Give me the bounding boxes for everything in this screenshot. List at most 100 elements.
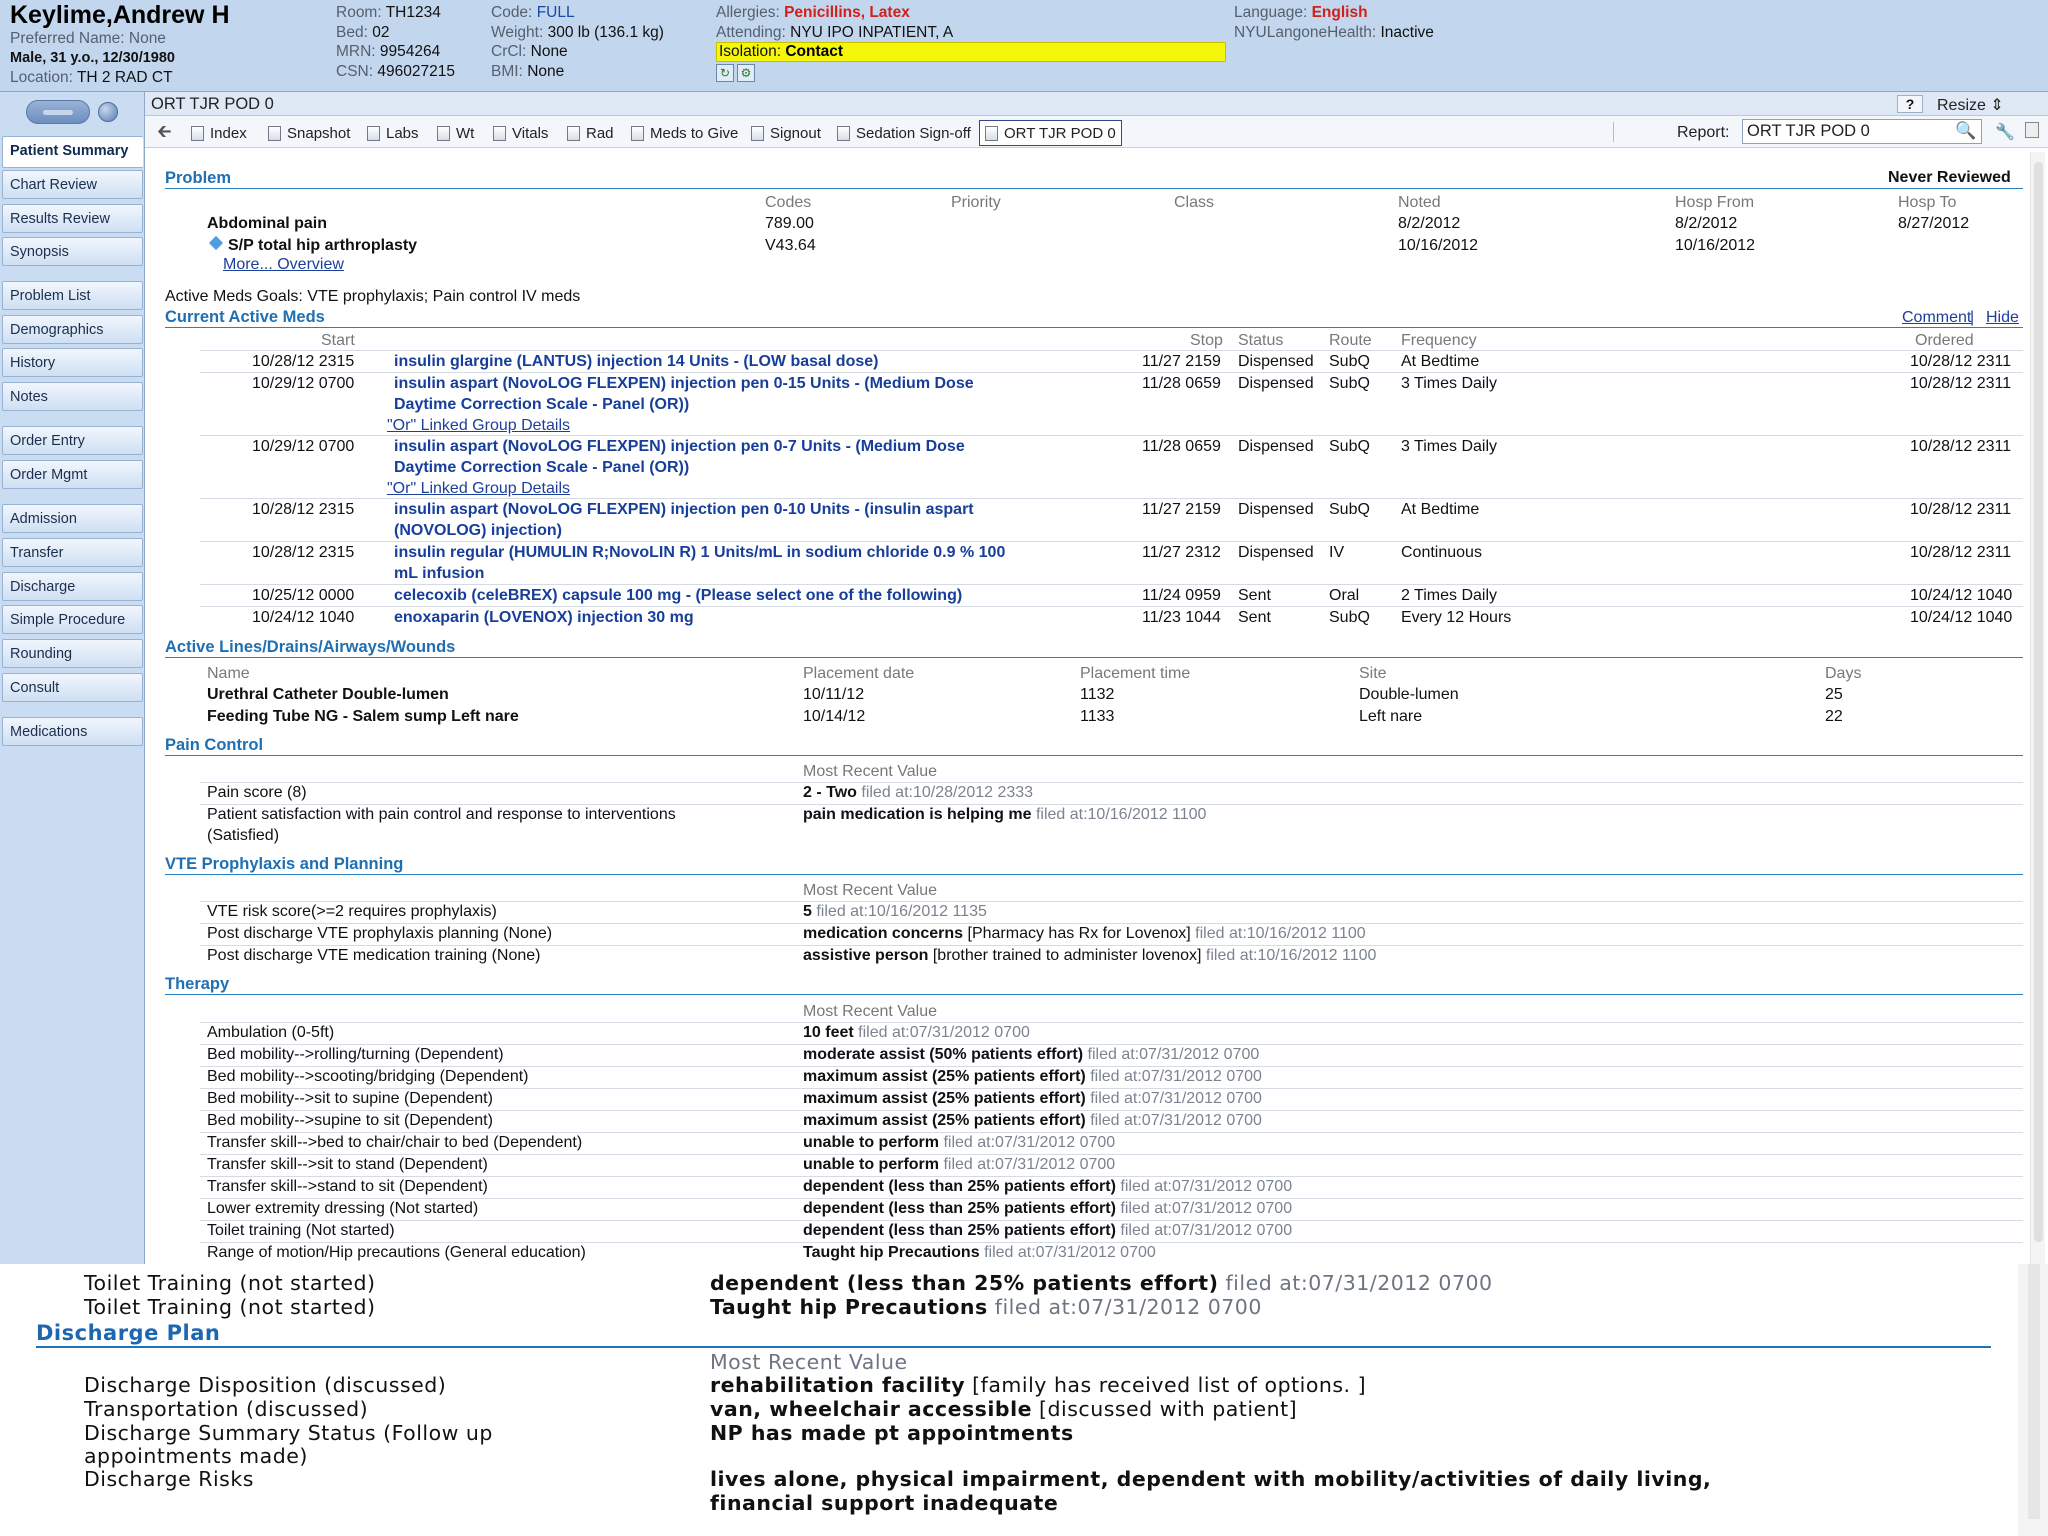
sidebar-item-results-review[interactable]: Results Review [2,204,143,233]
vertical-scrollbar[interactable] [2030,152,2045,1264]
med-ordered: 10/28/12 2311 [1910,438,2012,455]
sidebar-item-synopsis[interactable]: Synopsis [2,237,143,266]
sidebar-item-problem-list[interactable]: Problem List [2,281,143,310]
home-orb-icon[interactable] [98,102,118,122]
col-header-codes: Codes [765,194,812,211]
flowsheet-value: dependent (less than 25% patients effort… [710,1272,1493,1295]
sidebar-item-order-mgmt[interactable]: Order Mgmt [2,460,143,489]
sidebar-item-demographics[interactable]: Demographics [2,315,143,344]
sidebar-item-simple-procedure[interactable]: Simple Procedure [2,605,143,634]
discharge-plan-section-header: Discharge Plan [36,1321,1991,1348]
med-name[interactable]: insulin regular (HUMULIN R;NovoLIN R) 1 … [394,544,1005,562]
med-name-continued[interactable]: (NOVOLOG) injection) [394,522,562,540]
med-start: 10/29/12 0700 [252,375,355,392]
toolbar-divider [1613,122,1614,142]
flowsheet-label: Bed mobility-->scooting/bridging (Depend… [207,1068,529,1085]
flowsheet-label: Discharge Disposition (discussed) [84,1373,447,1397]
filed-at: filed at:07/31/2012 0700 [1090,1090,1262,1107]
mychart-status: Inactive [1380,23,1434,41]
row-divider [200,1110,2023,1111]
copy-icon[interactable] [2025,122,2039,138]
bed-value: 02 [372,23,390,41]
med-name[interactable]: insulin aspart (NovoLOG FLEXPEN) injecti… [394,501,974,519]
sidebar-item-history[interactable]: History [2,348,143,377]
tab-sedation-sign-off[interactable]: Sedation Sign-off [837,122,971,144]
lda-name[interactable]: Feeding Tube NG - Salem sump Left nare [207,708,519,726]
wrench-icon[interactable]: 🔧 [1995,122,2015,142]
patient-demographics: Male, 31 y.o., 12/30/1980 [10,49,175,66]
sidebar-item-order-entry[interactable]: Order Entry [2,426,143,455]
med-name[interactable]: insulin aspart (NovoLOG FLEXPEN) injecti… [394,438,965,456]
flowsheet-label-continued: appointments made) [84,1444,308,1468]
med-name-continued[interactable]: mL infusion [394,565,484,583]
sidebar-item-transfer[interactable]: Transfer [2,538,143,567]
review-status: Never Reviewed [1888,169,2011,186]
tab-signout[interactable]: Signout [751,122,821,144]
most-recent-value-header: Most Recent Value [710,1350,908,1374]
tab-vitals[interactable]: Vitals [493,122,548,144]
bmi-label: BMI: [491,62,523,80]
linked-group-details-link[interactable]: "Or" Linked Group Details [387,480,570,498]
sidebar-item-consult[interactable]: Consult [2,673,143,702]
section-title: VTE Prophylaxis and Planning [165,855,404,873]
med-route: SubQ [1329,438,1370,455]
isolation-banner[interactable]: Isolation: Contact [716,42,1226,62]
attending-label: Attending: [716,23,786,41]
scrollbar-thumb[interactable] [2034,162,2043,1242]
sidebar-item-medications[interactable]: Medications [2,717,143,746]
med-stop: 11/27 2159 [1142,501,1221,518]
patient-name[interactable]: Keylime,Andrew H [10,2,230,29]
help-button[interactable]: ? [1897,95,1923,113]
tab-meds-to-give[interactable]: Meds to Give [631,122,738,144]
sidebar-item-chart-review[interactable]: Chart Review [2,170,143,199]
problem-name[interactable]: S/P total hip arthroplasty [228,237,417,255]
section-title: Current Active Meds [165,308,325,326]
tab-wt[interactable]: Wt [437,122,474,144]
problem-name[interactable]: Abdominal pain [207,215,327,233]
med-name-continued[interactable]: Daytime Correction Scale - Panel (OR)) [394,459,689,477]
sidebar-item-rounding[interactable]: Rounding [2,639,143,668]
report-search-input[interactable] [1742,119,1982,144]
sidebar-item-discharge[interactable]: Discharge [2,572,143,601]
med-name[interactable]: insulin aspart (NovoLOG FLEXPEN) injecti… [394,375,974,393]
allergies-value[interactable]: Penicillins, Latex [784,4,910,21]
med-start: 10/29/12 0700 [252,438,355,455]
lda-name[interactable]: Urethral Catheter Double-lumen [207,686,449,704]
preferred-name: Preferred Name: None [10,30,166,47]
sidebar-item-notes[interactable]: Notes [2,382,143,411]
linked-group-details-link[interactable]: "Or" Linked Group Details [387,417,570,435]
more-overview-link[interactable]: More... Overview [223,256,344,274]
active-meds-goals: Active Meds Goals: VTE prophylaxis; Pain… [165,288,581,305]
med-ordered: 10/28/12 2311 [1910,544,2012,561]
tab-rad[interactable]: Rad [567,122,614,144]
zoom-scrollbar[interactable] [2018,1264,2048,1536]
hide-link[interactable]: Hide [1986,309,2019,327]
attending-value[interactable]: NYU IPO INPATIENT, A [790,24,953,41]
med-name[interactable]: celecoxib (celeBREX) capsule 100 mg - (P… [394,587,962,605]
search-icon[interactable]: 🔍 [1955,121,1976,141]
med-name[interactable]: insulin glargine (LANTUS) injection 14 U… [394,353,878,371]
code-status[interactable]: FULL [537,4,575,21]
med-frequency: At Bedtime [1401,501,1480,518]
report-icon [837,125,850,141]
report-toolbar: 🡰 Index Snapshot Labs Wt Vitals Rad Meds… [145,116,2048,148]
comment-link[interactable]: Comment [1902,309,1971,327]
tab-ort-tjr-pod-0[interactable]: ORT TJR POD 0 [979,120,1122,146]
tab-index[interactable]: Index [191,122,247,144]
med-name[interactable]: enoxaparin (LOVENOX) injection 30 mg [394,609,694,627]
sidebar-item-admission[interactable]: Admission [2,504,143,533]
sidebar-item-patient-summary[interactable]: Patient Summary [2,136,143,168]
back-arrow-icon[interactable]: 🡰 [157,122,172,140]
refresh-icon[interactable]: ↻ [716,64,734,82]
tab-labs[interactable]: Labs [367,122,419,144]
language-value: English [1311,4,1368,21]
value-comment: [Pharmacy has Rx for Lovenox] [967,925,1191,942]
tab-snapshot[interactable]: Snapshot [268,122,350,144]
med-name-continued[interactable]: Daytime Correction Scale - Panel (OR)) [394,396,689,414]
csn-value: 496027215 [377,62,455,80]
back-forward-pill-icon[interactable] [26,100,90,124]
zoom-scrollbar-thumb[interactable] [2028,1264,2040,1519]
resize-button[interactable]: Resize ⇕ [1937,95,2004,115]
settings-icon[interactable]: ⚙ [737,64,755,82]
tab-label: Snapshot [287,124,351,142]
